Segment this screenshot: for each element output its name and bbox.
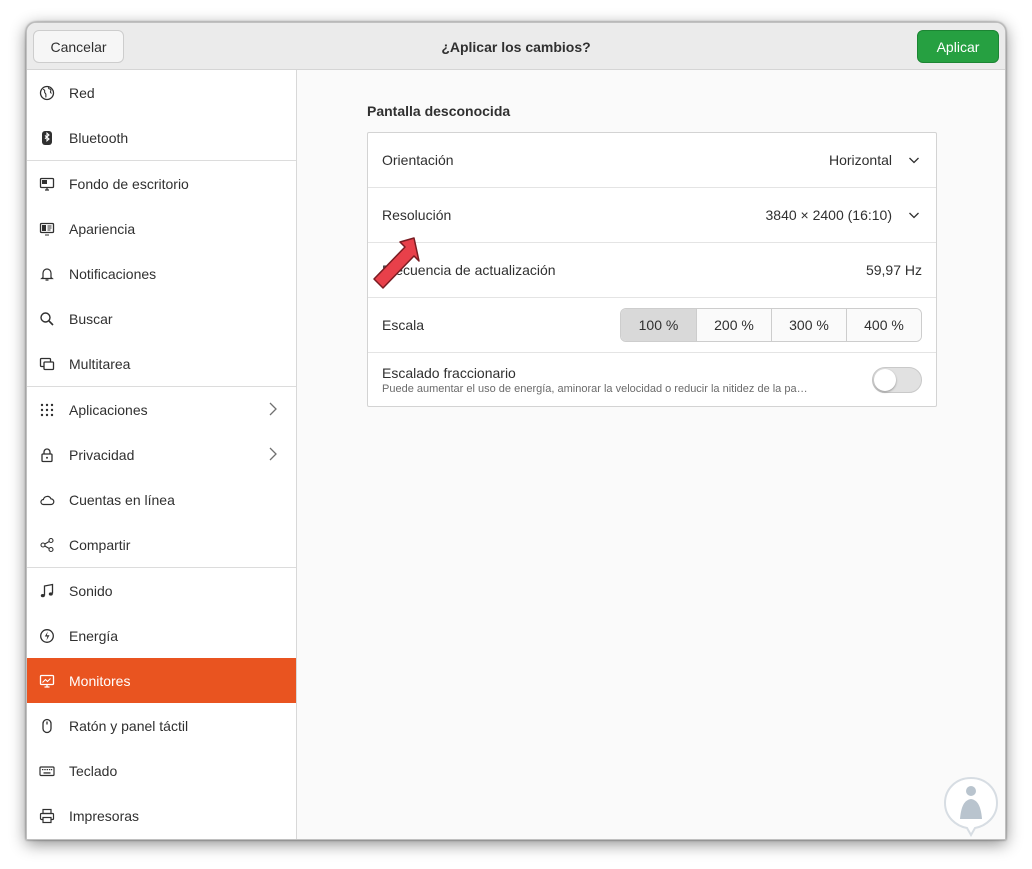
sidebar-item-label: Cuentas en línea xyxy=(69,491,175,508)
chevron-right-icon xyxy=(269,447,277,461)
resolution-label: Resolución xyxy=(382,207,452,223)
sidebar-item-label: Apariencia xyxy=(69,220,136,237)
sidebar-item-cuentas[interactable]: Cuentas en línea xyxy=(27,477,296,522)
sidebar-item-multitarea[interactable]: Multitarea xyxy=(27,341,296,386)
multitasking-icon xyxy=(27,356,69,372)
sidebar-item-aplicaciones[interactable]: Aplicaciones xyxy=(27,387,296,432)
fractional-scaling-row: Escalado fraccionario Puede aumentar el … xyxy=(368,353,936,408)
search-icon xyxy=(27,311,69,327)
bell-icon xyxy=(27,266,69,282)
sidebar-separator xyxy=(27,839,296,840)
scale-selector: 100 % 200 % 300 % 400 % xyxy=(620,308,922,342)
scale-row: Escala 100 % 200 % 300 % 400 % xyxy=(368,298,936,353)
orientation-row[interactable]: Orientación Horizontal xyxy=(368,133,936,188)
monitor-icon xyxy=(27,673,69,689)
power-icon xyxy=(27,628,69,644)
sidebar-item-label: Energía xyxy=(69,627,119,644)
monitors-panel: Pantalla desconocida Orientación Horizon… xyxy=(298,70,1005,839)
sidebar-item-label: Compartir xyxy=(69,536,131,553)
music-note-icon xyxy=(27,583,69,599)
sidebar-item-label: Privacidad xyxy=(69,446,135,463)
sidebar-item-label: Multitarea xyxy=(69,355,131,372)
scale-option-300[interactable]: 300 % xyxy=(771,309,846,341)
sidebar-item-label: Teclado xyxy=(69,762,118,779)
lock-icon xyxy=(27,447,69,463)
cancel-button[interactable]: Cancelar xyxy=(33,30,124,63)
watermark-logo-icon xyxy=(943,776,999,837)
apply-button[interactable]: Aplicar xyxy=(917,30,999,63)
sidebar-item-buscar[interactable]: Buscar xyxy=(27,296,296,341)
resolution-row[interactable]: Resolución 3840 × 2400 (16:10) xyxy=(368,188,936,243)
scale-option-400[interactable]: 400 % xyxy=(846,309,921,341)
sidebar-item-label: Notificaciones xyxy=(69,265,157,282)
scale-option-200[interactable]: 200 % xyxy=(696,309,771,341)
annotation-arrow-icon xyxy=(373,237,420,289)
cloud-icon xyxy=(27,492,69,508)
chevron-right-icon xyxy=(269,402,277,416)
apps-grid-icon xyxy=(27,402,69,418)
sidebar-item-label: Sonido xyxy=(69,582,113,599)
sidebar-item-bluetooth[interactable]: Bluetooth xyxy=(27,115,296,160)
chevron-down-icon xyxy=(909,212,919,219)
sidebar-item-label: Bluetooth xyxy=(69,129,129,146)
fractional-scaling-toggle[interactable] xyxy=(872,367,922,393)
dialog-title: ¿Aplicar los cambios? xyxy=(441,38,591,55)
sidebar-item-compartir[interactable]: Compartir xyxy=(27,522,296,567)
orientation-value: Horizontal xyxy=(828,152,892,168)
sidebar-item-label: Monitores xyxy=(69,672,131,689)
mouse-icon xyxy=(27,718,69,734)
sidebar-item-red[interactable]: Red xyxy=(27,70,296,115)
sidebar-item-fondo[interactable]: Fondo de escritorio xyxy=(27,161,296,206)
header-bar: ¿Aplicar los cambios? Cancelar Aplicar xyxy=(27,23,1005,70)
settings-sidebar: Red Bluetooth Fondo de escritorio Aparie… xyxy=(27,70,297,840)
sidebar-item-raton[interactable]: Ratón y panel táctil xyxy=(27,703,296,748)
fractional-scaling-label: Escalado fraccionario xyxy=(382,365,516,381)
fractional-scaling-description: Puede aumentar el uso de energía, aminor… xyxy=(382,383,808,395)
settings-window: ¿Aplicar los cambios? Cancelar Aplicar R… xyxy=(26,22,1006,840)
sidebar-item-notificaciones[interactable]: Notificaciones xyxy=(27,251,296,296)
keyboard-icon xyxy=(27,763,69,779)
scale-option-100[interactable]: 100 % xyxy=(621,309,696,341)
sidebar-item-label: Red xyxy=(69,84,95,101)
sidebar-item-label: Impresoras xyxy=(69,807,140,824)
appearance-icon xyxy=(27,221,69,237)
sidebar-item-label: Ratón y panel táctil xyxy=(69,717,189,734)
sidebar-item-energia[interactable]: Energía xyxy=(27,613,296,658)
scale-label: Escala xyxy=(382,317,425,333)
orientation-label: Orientación xyxy=(382,152,454,168)
sidebar-item-label: Fondo de escritorio xyxy=(69,175,189,192)
sidebar-item-label: Buscar xyxy=(69,310,113,327)
chevron-down-icon xyxy=(909,157,919,164)
display-settings-card: Orientación Horizontal Resolución 3840 ×… xyxy=(367,132,937,407)
printer-icon xyxy=(27,808,69,824)
sidebar-item-apariencia[interactable]: Apariencia xyxy=(27,206,296,251)
share-icon xyxy=(27,537,69,553)
refresh-rate-value: 59,97 Hz xyxy=(865,262,922,278)
desktop-wallpaper-icon xyxy=(27,176,69,192)
sidebar-item-label: Aplicaciones xyxy=(69,401,148,418)
toggle-knob xyxy=(874,369,896,391)
bluetooth-icon xyxy=(27,130,69,146)
sidebar-item-privacidad[interactable]: Privacidad xyxy=(27,432,296,477)
sidebar-item-monitores[interactable]: Monitores xyxy=(27,658,296,703)
sidebar-item-impresoras[interactable]: Impresoras xyxy=(27,793,296,838)
globe-icon xyxy=(27,85,69,101)
resolution-value: 3840 × 2400 (16:10) xyxy=(765,207,893,223)
refresh-rate-row: Frecuencia de actualización 59,97 Hz xyxy=(368,243,936,298)
sidebar-item-teclado[interactable]: Teclado xyxy=(27,748,296,793)
sidebar-item-sonido[interactable]: Sonido xyxy=(27,568,296,613)
display-section-title: Pantalla desconocida xyxy=(367,103,511,119)
